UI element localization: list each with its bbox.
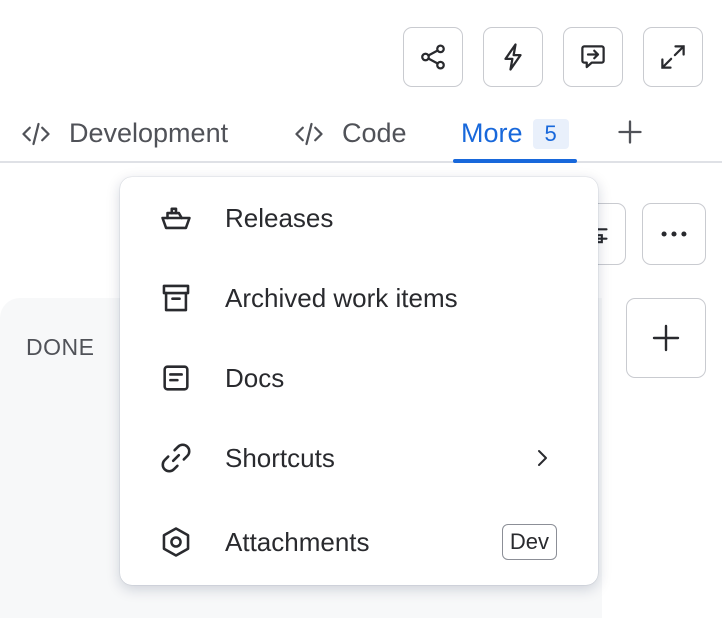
- menu-item-releases[interactable]: Releases: [120, 178, 598, 258]
- page: Development Code More 5 DONE Releases Ar…: [0, 0, 722, 618]
- lightning-icon: [504, 43, 522, 71]
- tab-development[interactable]: Development: [21, 106, 228, 161]
- tab-label: Code: [342, 118, 407, 148]
- ship-icon: [158, 200, 194, 236]
- menu-item-label: Attachments: [225, 526, 370, 557]
- count-badge: 5: [532, 118, 569, 149]
- hexagon-icon: [158, 524, 194, 560]
- chevron-right-icon: [538, 450, 547, 466]
- share-icon: [421, 44, 445, 70]
- plus-icon: [652, 324, 680, 352]
- link-icon: [158, 440, 194, 476]
- menu-item-archived-work-items[interactable]: Archived work items: [120, 258, 598, 338]
- menu-item-shortcuts[interactable]: Shortcuts: [120, 418, 598, 498]
- tab-code[interactable]: Code: [294, 106, 407, 161]
- code-icon: [22, 122, 50, 145]
- document-icon: [158, 360, 194, 396]
- automation-button[interactable]: [483, 27, 543, 87]
- expand-icon: [661, 45, 685, 69]
- fullscreen-button[interactable]: [643, 27, 703, 87]
- feedback-button[interactable]: [563, 27, 623, 87]
- more-icon: [661, 231, 687, 237]
- feedback-icon: [581, 45, 605, 69]
- tab-bar: Development Code More 5: [0, 106, 722, 163]
- share-button[interactable]: [403, 27, 463, 87]
- tab-more[interactable]: More 5: [453, 106, 577, 163]
- dev-badge: Dev: [501, 524, 557, 560]
- menu-item-label: Archived work items: [225, 282, 458, 313]
- add-tab-button[interactable]: [612, 114, 648, 150]
- more-menu: Releases Archived work items Docs Shortc…: [120, 177, 598, 585]
- menu-item-label: Releases: [225, 202, 334, 233]
- menu-item-label: Shortcuts: [225, 442, 335, 473]
- menu-item-docs[interactable]: Docs: [120, 338, 598, 418]
- tab-label: Development: [69, 118, 229, 148]
- plus-icon: [618, 120, 642, 144]
- add-column-button[interactable]: [626, 298, 706, 378]
- menu-item-label: Docs: [225, 362, 285, 393]
- archive-icon: [158, 280, 194, 316]
- more-actions-button[interactable]: [642, 203, 706, 265]
- menu-item-attachments[interactable]: Attachments Dev: [120, 502, 598, 582]
- code-icon: [295, 122, 323, 145]
- column-title: DONE: [26, 334, 95, 360]
- tab-label: More: [461, 118, 523, 148]
